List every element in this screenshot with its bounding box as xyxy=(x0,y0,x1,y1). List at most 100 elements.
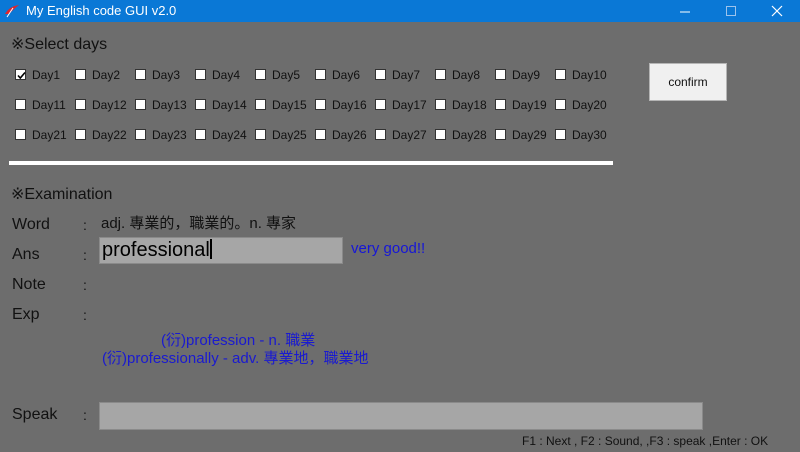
day-checkbox-label: Day15 xyxy=(272,98,307,112)
checkbox-empty-icon[interactable] xyxy=(375,99,386,110)
day-checkbox-label: Day26 xyxy=(332,128,367,142)
explanation-line: (衍)profession - n. 職業 xyxy=(161,332,316,349)
day-checkbox[interactable]: Day16 xyxy=(315,97,373,113)
day-checkbox-label: Day25 xyxy=(272,128,307,142)
title-bar[interactable]: My English code GUI v2.0 xyxy=(0,0,800,22)
day-checkbox[interactable]: Day13 xyxy=(135,97,193,113)
checkbox-empty-icon[interactable] xyxy=(435,69,446,80)
day-checkbox-label: Day20 xyxy=(572,98,607,112)
day-checkbox[interactable]: Day20 xyxy=(555,97,613,113)
day-checkbox[interactable]: Day11 xyxy=(15,97,73,113)
day-checkbox[interactable]: Day19 xyxy=(495,97,553,113)
checkbox-empty-icon[interactable] xyxy=(135,69,146,80)
checkbox-empty-icon[interactable] xyxy=(375,69,386,80)
checkbox-empty-icon[interactable] xyxy=(75,129,86,140)
day-checkbox[interactable]: Day18 xyxy=(435,97,493,113)
checkbox-empty-icon[interactable] xyxy=(315,99,326,110)
day-checkbox[interactable]: Day8 xyxy=(435,67,493,83)
day-checkbox[interactable]: Day7 xyxy=(375,67,433,83)
checkbox-empty-icon[interactable] xyxy=(555,99,566,110)
day-checkbox[interactable]: Day2 xyxy=(75,67,133,83)
day-checkbox-label: Day8 xyxy=(452,68,481,82)
speak-colon: : xyxy=(83,407,87,423)
checkbox-empty-icon[interactable] xyxy=(495,129,506,140)
ans-label: Ans xyxy=(12,246,40,263)
checkbox-empty-icon[interactable] xyxy=(315,69,326,80)
day-checkbox-label: Day16 xyxy=(332,98,367,112)
day-checkbox[interactable]: Day25 xyxy=(255,127,313,143)
checkbox-empty-icon[interactable] xyxy=(15,99,26,110)
checkbox-empty-icon[interactable] xyxy=(555,69,566,80)
day-checkbox-label: Day14 xyxy=(212,98,247,112)
day-checkbox[interactable]: Day17 xyxy=(375,97,433,113)
day-checkbox[interactable]: Day3 xyxy=(135,67,193,83)
close-button[interactable] xyxy=(754,0,800,22)
checkbox-empty-icon[interactable] xyxy=(255,99,266,110)
answer-feedback: very good!! xyxy=(351,240,426,257)
checkbox-empty-icon[interactable] xyxy=(15,129,26,140)
day-checkbox[interactable]: Day14 xyxy=(195,97,253,113)
confirm-button[interactable]: confirm xyxy=(649,63,727,101)
day-checkbox[interactable]: Day10 xyxy=(555,67,613,83)
word-definition: adj. 專業的，職業的。n. 專家 xyxy=(101,215,297,232)
day-checkbox[interactable]: Day30 xyxy=(555,127,613,143)
checkbox-empty-icon[interactable] xyxy=(315,129,326,140)
answer-text: professional xyxy=(102,239,210,261)
day-checkbox[interactable]: Day24 xyxy=(195,127,253,143)
speak-label: Speak xyxy=(12,406,58,423)
checkbox-empty-icon[interactable] xyxy=(135,99,146,110)
answer-input[interactable]: professional xyxy=(99,237,343,264)
minimize-button[interactable] xyxy=(662,0,708,22)
checkbox-empty-icon[interactable] xyxy=(495,69,506,80)
day-checkbox[interactable]: Day27 xyxy=(375,127,433,143)
day-checkbox[interactable]: Day28 xyxy=(435,127,493,143)
checkbox-empty-icon[interactable] xyxy=(135,129,146,140)
close-icon xyxy=(771,5,783,17)
day-checkbox-label: Day19 xyxy=(512,98,547,112)
day-checkbox[interactable]: Day6 xyxy=(315,67,373,83)
checkbox-empty-icon[interactable] xyxy=(375,129,386,140)
select-days-title: ※Select days xyxy=(11,36,108,53)
day-checkbox[interactable]: Day1 xyxy=(15,67,73,83)
exp-colon: : xyxy=(83,307,87,323)
checkbox-empty-icon[interactable] xyxy=(195,129,206,140)
day-checkbox-label: Day5 xyxy=(272,68,301,82)
checkbox-empty-icon[interactable] xyxy=(555,129,566,140)
checkbox-empty-icon[interactable] xyxy=(195,69,206,80)
ans-colon: : xyxy=(83,247,87,263)
checkbox-empty-icon[interactable] xyxy=(75,99,86,110)
day-checkbox-label: Day9 xyxy=(512,68,541,82)
checkbox-checked-icon[interactable] xyxy=(15,69,26,80)
checkbox-empty-icon[interactable] xyxy=(435,129,446,140)
speak-input[interactable] xyxy=(99,402,703,430)
exp-label: Exp xyxy=(12,306,40,323)
day-checkbox-label: Day22 xyxy=(92,128,127,142)
day-checkbox[interactable]: Day26 xyxy=(315,127,373,143)
minimize-icon xyxy=(680,11,690,13)
checkbox-empty-icon[interactable] xyxy=(255,129,266,140)
day-checkbox-label: Day13 xyxy=(152,98,187,112)
note-colon: : xyxy=(83,277,87,293)
day-checkbox[interactable]: Day12 xyxy=(75,97,133,113)
day-checkbox[interactable]: Day4 xyxy=(195,67,253,83)
day-checkbox-label: Day17 xyxy=(392,98,427,112)
day-checkbox[interactable]: Day15 xyxy=(255,97,313,113)
checkbox-empty-icon[interactable] xyxy=(75,69,86,80)
checkbox-empty-icon[interactable] xyxy=(195,99,206,110)
checkbox-empty-icon[interactable] xyxy=(495,99,506,110)
day-checkbox-label: Day2 xyxy=(92,68,121,82)
day-checkbox[interactable]: Day29 xyxy=(495,127,553,143)
day-checkbox-label: Day10 xyxy=(572,68,607,82)
day-checkbox[interactable]: Day23 xyxy=(135,127,193,143)
checkbox-empty-icon[interactable] xyxy=(435,99,446,110)
window-title: My English code GUI v2.0 xyxy=(26,3,177,18)
checkbox-empty-icon[interactable] xyxy=(255,69,266,80)
day-checkbox[interactable]: Day5 xyxy=(255,67,313,83)
day-checkbox[interactable]: Day9 xyxy=(495,67,553,83)
day-checkbox-label: Day3 xyxy=(152,68,181,82)
day-checkbox-label: Day24 xyxy=(212,128,247,142)
day-checkbox[interactable]: Day21 xyxy=(15,127,73,143)
maximize-button[interactable] xyxy=(708,0,754,22)
explanation-line: (衍)professionally - adv. 專業地，職業地 xyxy=(102,350,369,367)
day-checkbox[interactable]: Day22 xyxy=(75,127,133,143)
